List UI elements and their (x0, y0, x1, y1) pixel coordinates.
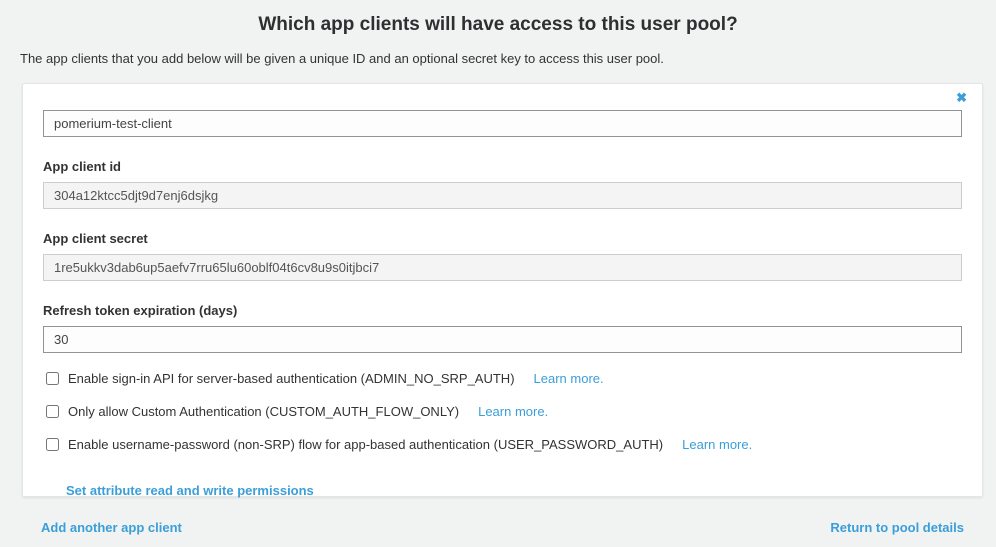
footer: Add another app client Return to pool de… (41, 520, 964, 535)
page-subtitle: The app clients that you add below will … (20, 51, 664, 66)
app-client-id-label: App client id (43, 159, 121, 174)
admin-no-srp-auth-row: Enable sign-in API for server-based auth… (43, 371, 962, 386)
refresh-token-expiration-input[interactable] (43, 326, 962, 353)
app-client-secret-label: App client secret (43, 231, 148, 246)
close-icon[interactable]: ✖ (956, 91, 967, 104)
refresh-token-expiration-label: Refresh token expiration (days) (43, 303, 238, 318)
admin-no-srp-auth-label: Enable sign-in API for server-based auth… (68, 371, 515, 386)
add-another-app-client-link[interactable]: Add another app client (41, 520, 182, 535)
user-password-auth-row: Enable username-password (non-SRP) flow … (43, 437, 962, 452)
custom-auth-flow-only-label: Only allow Custom Authentication (CUSTOM… (68, 404, 460, 419)
user-password-auth-label: Enable username-password (non-SRP) flow … (68, 437, 664, 452)
user-password-auth-learn-more-link[interactable]: Learn more. (682, 437, 752, 452)
user-password-auth-checkbox[interactable] (46, 438, 59, 451)
admin-no-srp-auth-learn-more-link[interactable]: Learn more. (534, 371, 604, 386)
app-client-card: ✖ App client id App client secret Refres… (22, 83, 983, 498)
set-attribute-permissions-link[interactable]: Set attribute read and write permissions (66, 483, 314, 498)
custom-auth-flow-only-checkbox[interactable] (46, 405, 59, 418)
page-title: Which app clients will have access to th… (258, 14, 738, 35)
return-to-pool-details-link[interactable]: Return to pool details (830, 520, 964, 535)
custom-auth-flow-only-learn-more-link[interactable]: Learn more. (478, 404, 548, 419)
app-client-secret-field (43, 254, 962, 281)
admin-no-srp-auth-checkbox[interactable] (46, 372, 59, 385)
custom-auth-flow-only-row: Only allow Custom Authentication (CUSTOM… (43, 404, 962, 419)
app-client-name-input[interactable] (43, 110, 962, 137)
app-client-id-field (43, 182, 962, 209)
